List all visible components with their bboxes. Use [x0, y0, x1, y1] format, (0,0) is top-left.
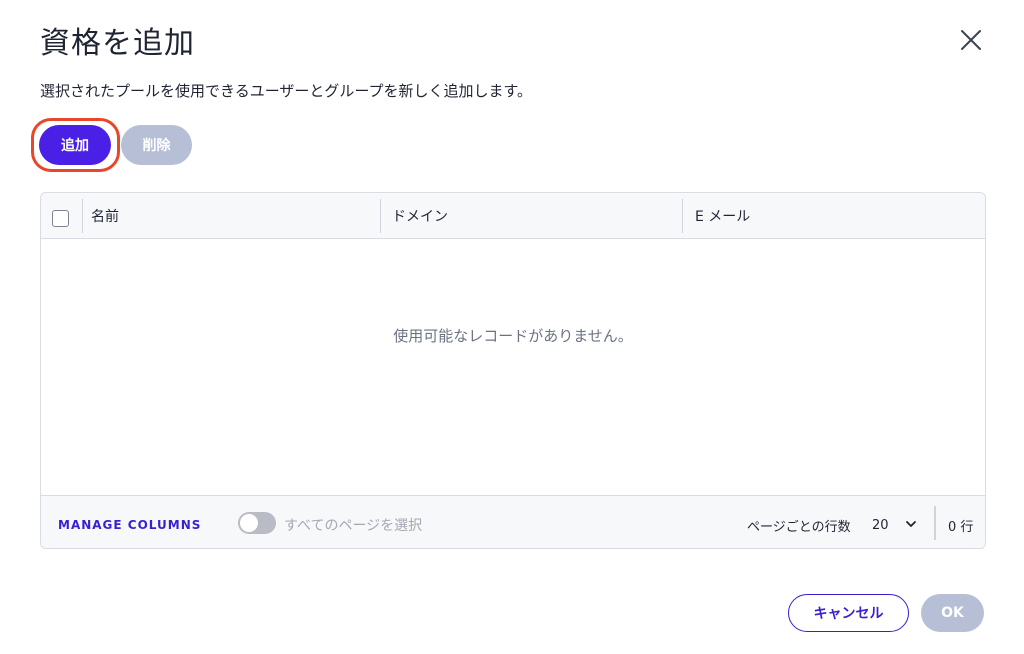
cancel-button[interactable]: キャンセル: [788, 594, 909, 632]
select-all-pages-label: すべてのページを選択: [284, 518, 423, 534]
table-footer: MANAGE COLUMNS すべてのページを選択 ページごとの行数 20 0 …: [41, 495, 985, 548]
column-divider[interactable]: [682, 199, 683, 233]
close-icon: [961, 30, 981, 50]
column-divider[interactable]: [380, 199, 381, 233]
dialog-title: 資格を追加: [40, 26, 195, 61]
row-count: 0 行: [948, 520, 974, 535]
manage-columns-button[interactable]: MANAGE COLUMNS: [58, 518, 201, 532]
add-button[interactable]: 追加: [39, 125, 111, 165]
ok-button[interactable]: OK: [921, 594, 984, 632]
table-header: 名前 ドメイン E メール: [41, 193, 985, 239]
column-header-name[interactable]: 名前: [91, 206, 119, 226]
column-header-domain[interactable]: ドメイン: [392, 206, 448, 226]
close-button[interactable]: [953, 22, 989, 58]
select-all-checkbox[interactable]: [52, 210, 69, 227]
footer-divider: [934, 506, 936, 540]
chevron-down-icon: [906, 521, 916, 527]
column-header-email[interactable]: E メール: [695, 206, 750, 226]
rows-per-page-select[interactable]: 20: [869, 512, 921, 538]
dialog-description: 選択されたプールを使用できるユーザーとグループを新しく追加します。: [40, 82, 533, 100]
entitlements-table: 名前 ドメイン E メール 使用可能なレコードがありません。 MANAGE CO…: [40, 192, 986, 549]
column-divider[interactable]: [82, 199, 83, 233]
add-entitlement-dialog: 資格を追加 選択されたプールを使用できるユーザーとグループを新しく追加します。 …: [0, 0, 1024, 654]
select-all-pages-toggle[interactable]: [238, 512, 276, 534]
rows-per-page-value: 20: [872, 517, 889, 533]
empty-table-message: 使用可能なレコードがありません。: [393, 327, 633, 345]
toggle-knob: [240, 514, 258, 532]
delete-button[interactable]: 削除: [121, 125, 192, 165]
rows-per-page-label: ページごとの行数: [747, 520, 851, 535]
